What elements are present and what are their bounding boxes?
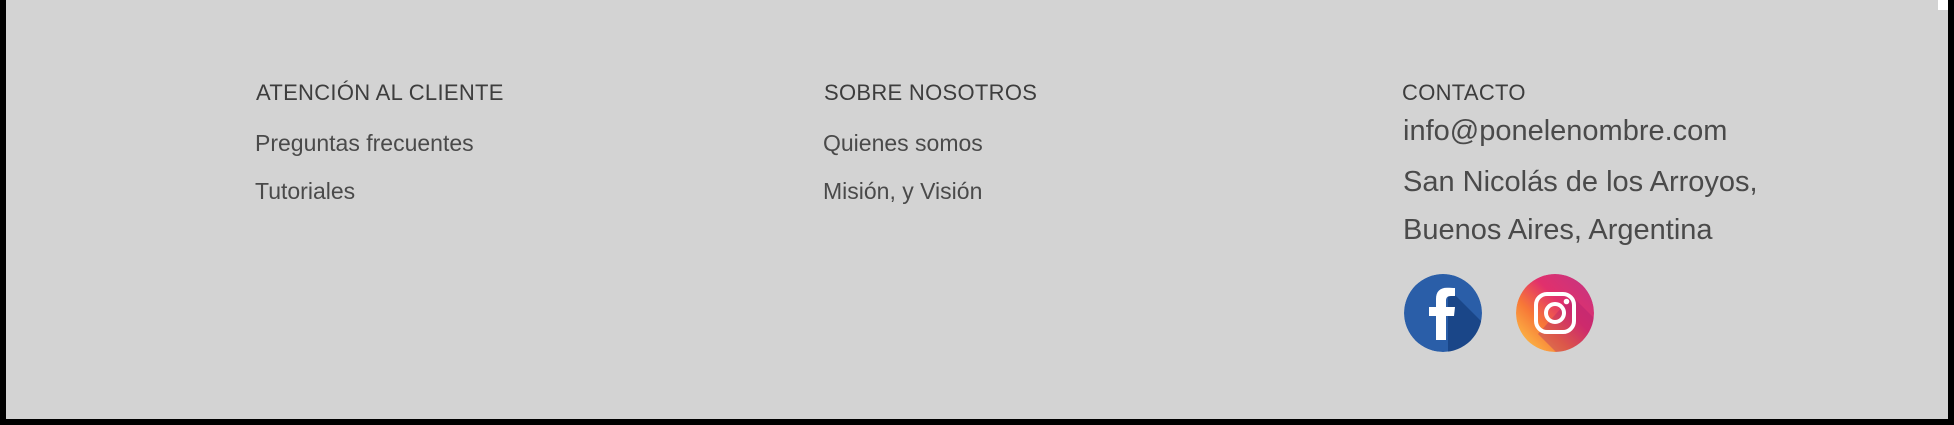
instagram-link[interactable]: [1516, 274, 1594, 352]
site-footer: ATENCIÓN AL CLIENTE Preguntas frecuentes…: [6, 0, 1948, 419]
about-heading: SOBRE NOSOTROS: [824, 80, 1038, 105]
facebook-link[interactable]: [1404, 274, 1482, 352]
faq-link[interactable]: Preguntas frecuentes: [255, 130, 474, 157]
corner-marker: [1938, 0, 1948, 10]
about-us-link[interactable]: Quienes somos: [823, 130, 983, 157]
address-line-2: Buenos Aires, Argentina: [1403, 214, 1713, 246]
customer-service-heading: ATENCIÓN AL CLIENTE: [256, 80, 504, 105]
instagram-icon: [1516, 274, 1594, 352]
tutorials-link[interactable]: Tutoriales: [255, 178, 355, 205]
facebook-icon: [1404, 274, 1482, 352]
contact-heading: CONTACTO: [1402, 80, 1526, 105]
mission-vision-link[interactable]: Misión, y Visión: [823, 178, 982, 205]
address-line-1: San Nicolás de los Arroyos,: [1403, 166, 1758, 198]
contact-email-link[interactable]: info@ponelenombre.com: [1403, 115, 1727, 148]
